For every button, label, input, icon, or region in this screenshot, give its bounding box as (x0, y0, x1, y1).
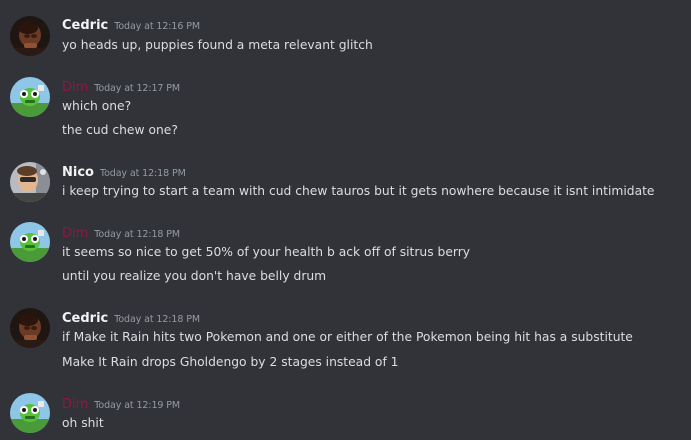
timestamp: Today at 12:18 PM (114, 314, 200, 325)
dim-avatar[interactable] (10, 77, 50, 117)
message-text: until you realize you don't have belly d… (62, 269, 327, 283)
message-text: yo heads up, puppies found a meta releva… (62, 38, 373, 52)
author-name[interactable]: Dim (62, 397, 88, 412)
author-name[interactable]: Dim (62, 80, 88, 95)
cedric-avatar[interactable] (10, 16, 50, 56)
message-header: Nico Today at 12:18 PM (62, 161, 186, 181)
author-name[interactable]: Cedric (62, 311, 108, 326)
author-name[interactable]: Dim (62, 226, 88, 241)
dim-avatar[interactable] (10, 222, 50, 262)
message-header: Dim Today at 12:17 PM (62, 76, 180, 96)
chat-message-list: Cedric Today at 12:16 PM yo heads up, pup… (0, 0, 691, 440)
message-text: i keep trying to start a team with cud c… (62, 184, 655, 198)
message-header: Dim Today at 12:19 PM (62, 393, 180, 413)
message-text: it seems so nice to get 50% of your heal… (62, 245, 471, 259)
message-text: oh shit (62, 416, 104, 430)
message-text: if Make it Rain hits two Pokemon and one… (62, 330, 633, 344)
cedric-avatar[interactable] (10, 308, 50, 348)
timestamp: Today at 12:18 PM (94, 229, 180, 240)
message-text: the cud chew one? (62, 123, 178, 137)
author-name[interactable]: Nico (62, 165, 94, 180)
timestamp: Today at 12:16 PM (114, 21, 200, 32)
message-text: Make It Rain drops Gholdengo by 2 stages… (62, 355, 399, 369)
dim-avatar[interactable] (10, 393, 50, 433)
timestamp: Today at 12:17 PM (94, 83, 180, 94)
message-header: Cedric Today at 12:18 PM (62, 307, 200, 327)
timestamp: Today at 12:18 PM (99, 168, 186, 179)
message-header: Dim Today at 12:18 PM (62, 222, 180, 242)
timestamp: Today at 12:19 PM (94, 400, 180, 411)
author-name[interactable]: Cedric (62, 18, 108, 33)
nico-avatar[interactable] (10, 162, 50, 202)
message-header: Cedric Today at 12:16 PM (62, 14, 200, 34)
message-text: which one? (62, 99, 132, 113)
